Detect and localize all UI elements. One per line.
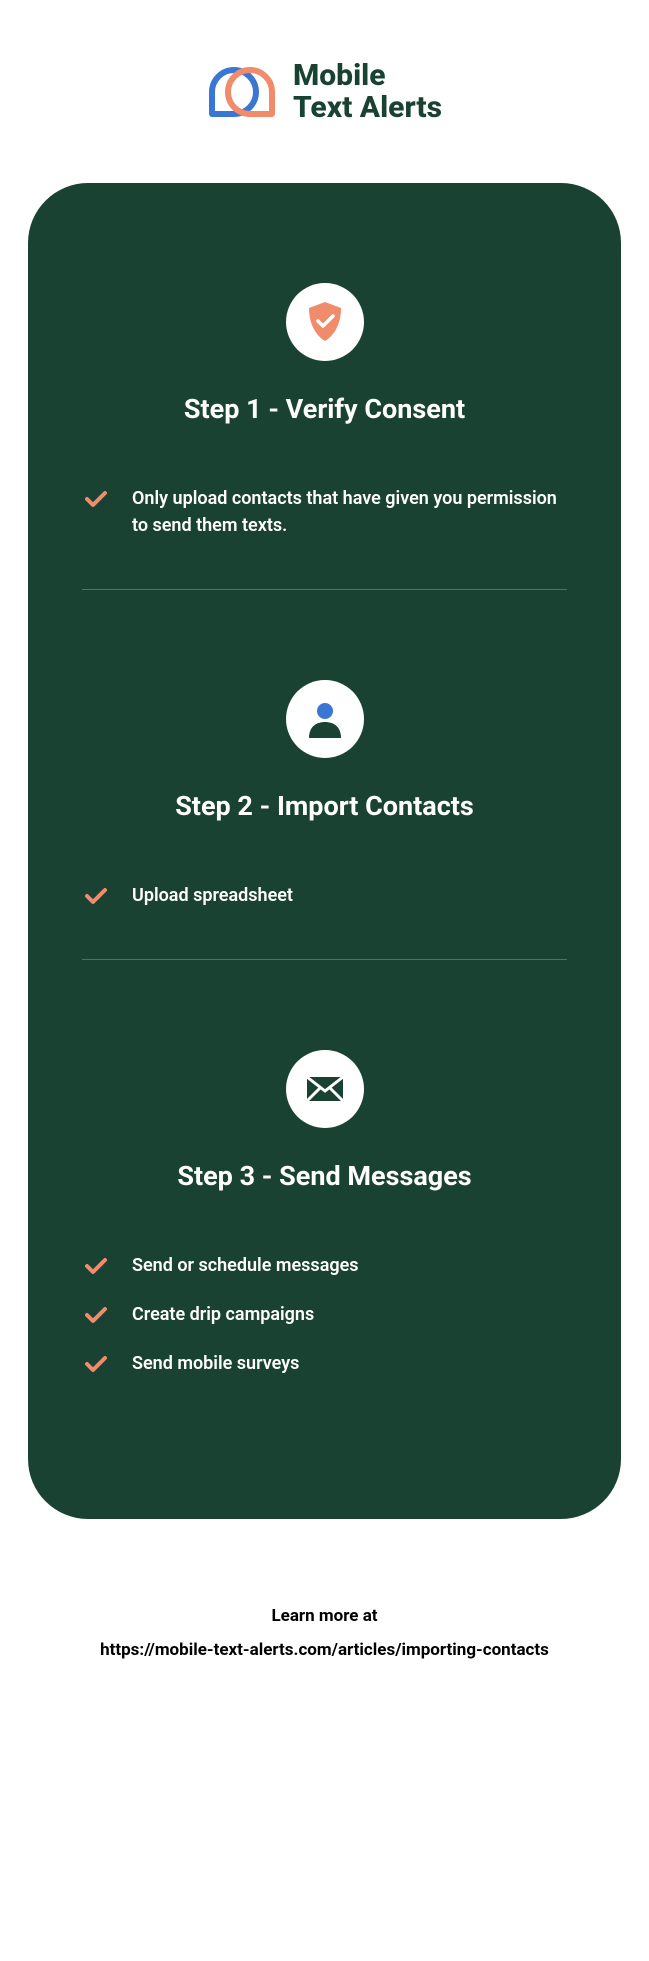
steps-card: Step 1 - Verify Consent Only upload cont… (28, 183, 621, 1519)
logo-text-line1: Mobile (293, 60, 442, 92)
step-3-title: Step 3 - Send Messages (68, 1160, 581, 1192)
logo: Mobile Text Alerts (0, 0, 649, 183)
bullet-text: Send or schedule messages (132, 1252, 359, 1279)
check-icon (84, 1254, 108, 1278)
list-item: Only upload contacts that have given you… (84, 485, 565, 539)
step-2-bullets: Upload spreadsheet (68, 882, 581, 909)
check-icon (84, 1303, 108, 1327)
logo-text-line2: Text Alerts (293, 92, 442, 124)
shield-check-icon (286, 283, 364, 361)
check-icon (84, 884, 108, 908)
step-1-title: Step 1 - Verify Consent (68, 393, 581, 425)
bullet-text: Create drip campaigns (132, 1301, 314, 1328)
footer-line1: Learn more at (0, 1599, 649, 1633)
step-1-bullets: Only upload contacts that have given you… (68, 485, 581, 539)
step-1: Step 1 - Verify Consent Only upload cont… (68, 283, 581, 539)
bullet-text: Upload spreadsheet (132, 882, 293, 909)
list-item: Send mobile surveys (84, 1350, 565, 1377)
step-2: Step 2 - Import Contacts Upload spreadsh… (68, 680, 581, 909)
check-icon (84, 1352, 108, 1376)
logo-icon (207, 62, 277, 122)
list-item: Upload spreadsheet (84, 882, 565, 909)
footer: Learn more at https://mobile-text-alerts… (0, 1599, 649, 1667)
list-item: Create drip campaigns (84, 1301, 565, 1328)
envelope-icon (286, 1050, 364, 1128)
divider (82, 589, 567, 590)
step-2-title: Step 2 - Import Contacts (68, 790, 581, 822)
divider (82, 959, 567, 960)
logo-text: Mobile Text Alerts (293, 60, 442, 123)
bullet-text: Only upload contacts that have given you… (132, 485, 565, 539)
check-icon (84, 487, 108, 511)
footer-line2: https://mobile-text-alerts.com/articles/… (0, 1633, 649, 1667)
step-3-bullets: Send or schedule messages Create drip ca… (68, 1252, 581, 1377)
list-item: Send or schedule messages (84, 1252, 565, 1279)
bullet-text: Send mobile surveys (132, 1350, 299, 1377)
person-icon (286, 680, 364, 758)
step-3: Step 3 - Send Messages Send or schedule … (68, 1050, 581, 1377)
